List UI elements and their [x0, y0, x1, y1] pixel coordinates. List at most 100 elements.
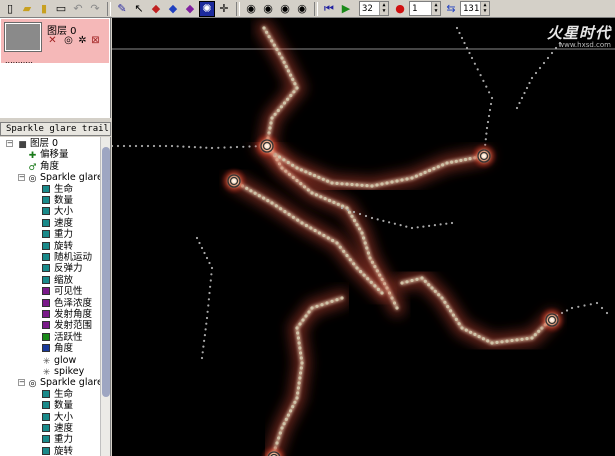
particle-tool-icon[interactable]: ✺: [199, 0, 215, 17]
pencil-tool-icon[interactable]: ✎: [114, 1, 130, 17]
play-icon[interactable]: ▶: [338, 1, 354, 17]
particle-dot: [282, 422, 286, 426]
save-icon[interactable]: ▮: [36, 1, 52, 17]
end-frame-stepper-arrows[interactable]: ▲ ▼: [480, 2, 489, 15]
particle-dot: [487, 114, 491, 118]
particle-dot: [469, 330, 473, 334]
tree-node[interactable]: ✳ glow: [42, 354, 77, 367]
undo-icon[interactable]: ↶: [70, 1, 86, 17]
tree-node-label: 活跃性: [54, 331, 83, 343]
tree-node[interactable]: 反弹力: [42, 263, 83, 275]
tree-node[interactable]: 色泽浓度: [42, 298, 92, 310]
particle-dot: [352, 218, 357, 223]
tree-node[interactable]: ✚ 偏移量: [28, 149, 69, 161]
tree-node-label: glow: [54, 354, 77, 366]
particle-dot: [342, 249, 346, 253]
tree-node[interactable]: 缩放: [42, 275, 73, 287]
particle-dot: [485, 126, 489, 130]
nav-up-icon[interactable]: ◉: [277, 1, 293, 17]
loop-icon[interactable]: ⇆: [443, 1, 459, 17]
tree-node[interactable]: 大小: [42, 412, 73, 424]
particle-dot: [298, 346, 302, 350]
tree-node[interactable]: 角度: [42, 343, 73, 355]
particle-dot: [205, 316, 209, 320]
parameter-icon: [42, 435, 50, 444]
tree-node[interactable]: 活跃性: [42, 332, 83, 344]
particle-dot: [365, 184, 369, 188]
tree-scrollbar[interactable]: [100, 137, 110, 456]
particle-dot: [415, 277, 419, 281]
toolbar-separator: [236, 1, 240, 16]
particle-dot: [451, 313, 455, 317]
nav-left-icon[interactable]: ◉: [243, 1, 259, 17]
new-icon[interactable]: ▯: [2, 1, 18, 17]
particle-dot: [304, 223, 308, 228]
particle-canvas[interactable]: 火星时代 www.hxsd.com: [112, 18, 615, 456]
tree-node[interactable]: ♂ 角度: [28, 161, 59, 173]
rewind-icon[interactable]: ⏮: [321, 1, 337, 17]
tree-node[interactable]: 速度: [42, 218, 73, 230]
particle-dot: [306, 188, 310, 192]
tree-node-label: 旋转: [54, 445, 74, 456]
tree-node[interactable]: 大小: [42, 206, 73, 218]
layer-thumbnail[interactable]: [4, 22, 42, 52]
expand-toggle[interactable]: −: [6, 140, 13, 147]
tree-node[interactable]: 重力: [42, 434, 73, 446]
particle-dot: [235, 145, 239, 149]
particle-dot: [605, 311, 609, 315]
particle-dot: [338, 245, 342, 249]
tree-node[interactable]: 发射范围: [42, 320, 92, 332]
tree-node[interactable]: 数量: [42, 400, 73, 412]
particle-dot: [437, 293, 441, 297]
expand-toggle[interactable]: −: [18, 174, 25, 182]
particle-dot: [201, 351, 204, 354]
particle-dot: [455, 26, 459, 30]
layer-target-icon[interactable]: ◎: [63, 35, 74, 46]
select-tool-icon[interactable]: ↖: [131, 1, 147, 17]
particle-dot: [390, 296, 394, 300]
redo-icon[interactable]: ↷: [87, 1, 103, 17]
document-icon[interactable]: ▭: [53, 1, 69, 17]
particle-dot: [416, 226, 419, 229]
particle-dot: [249, 189, 253, 193]
particle-dot: [395, 306, 399, 310]
emitter-red-icon[interactable]: ◆: [148, 1, 164, 17]
tree-node[interactable]: −◎Sparkle glare tra: [18, 172, 110, 184]
tree-node[interactable]: 生命: [42, 389, 73, 401]
frame-stepper[interactable]: 32 ▲ ▼: [359, 1, 389, 16]
tree-node[interactable]: ✳ spikey: [42, 366, 85, 378]
tree-scrollbar-thumb[interactable]: [102, 147, 110, 397]
particle-dot: [376, 218, 379, 221]
layer-row[interactable]: 图层 0 ✕ ◎ ✲ ⊠ ...........: [1, 19, 109, 65]
layer-delete-icon[interactable]: ✕: [47, 35, 58, 46]
record-icon[interactable]: ●: [392, 1, 408, 17]
particle-dot: [520, 96, 524, 100]
record-stepper[interactable]: 1 ▲ ▼: [409, 1, 441, 16]
emitter-purple-icon[interactable]: ◆: [182, 1, 198, 17]
particle-dot: [473, 62, 476, 65]
crosshair-icon[interactable]: ✛: [216, 1, 232, 17]
emitter-blue-icon[interactable]: ◆: [165, 1, 181, 17]
tree-node[interactable]: 生命: [42, 184, 73, 196]
open-folder-icon[interactable]: ▰: [19, 1, 35, 17]
tree-node[interactable]: 旋转: [42, 446, 73, 456]
tree-node-label: 旋转: [54, 240, 74, 252]
particle-dot: [199, 146, 202, 149]
tree-node[interactable]: 重力: [42, 229, 73, 241]
layer-gear-icon[interactable]: ✲: [77, 35, 88, 46]
tree-node[interactable]: 旋转: [42, 241, 73, 253]
nav-down-icon[interactable]: ◉: [260, 1, 276, 17]
particle-dot: [446, 305, 450, 309]
expand-toggle[interactable]: −: [18, 379, 25, 387]
tree-node[interactable]: 可见性: [42, 286, 83, 298]
particle-dot: [208, 291, 211, 295]
nav-right-icon[interactable]: ◉: [294, 1, 310, 17]
tree-node-label: 重力: [54, 434, 74, 446]
tree-node[interactable]: −◎Sparkle glare tra: [18, 377, 110, 389]
particle-dot: [495, 340, 499, 344]
frame-stepper-arrows[interactable]: ▲ ▼: [379, 2, 388, 15]
end-frame-stepper[interactable]: 131 ▲ ▼: [460, 1, 490, 16]
record-stepper-arrows[interactable]: ▲ ▼: [431, 2, 440, 15]
layer-lock-icon[interactable]: ⊠: [90, 35, 101, 46]
particle-dot: [428, 224, 431, 227]
